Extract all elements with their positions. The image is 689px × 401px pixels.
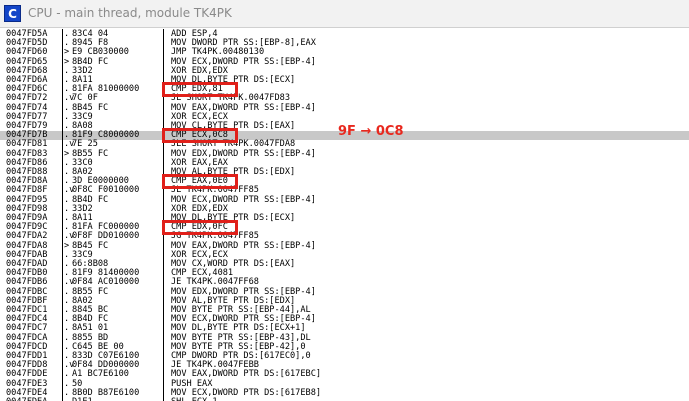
instruction-row[interactable]: 0047FD86. 33C0 XOR EAX,EAX bbox=[0, 158, 689, 168]
instruction-row[interactable]: 0047FD98. 33D2 XOR EDX,EDX bbox=[0, 204, 689, 214]
instruction-row[interactable]: 0047FD95. 8B4D FC MOV ECX,DWORD PTR SS:[EB… bbox=[0, 195, 689, 205]
highlight-cmp-edx-0fc bbox=[162, 220, 238, 236]
instruction-row[interactable]: 0047FD65 >8B4D FC MOV ECX,DWORD PTR SS:[EB… bbox=[0, 57, 689, 67]
disassembly-pane[interactable]: 0047FD5A. 83C4 04 ADD ESP,4 0047FD5D. 8945 F… bbox=[0, 29, 689, 401]
cpu-window-icon: C bbox=[4, 5, 21, 22]
instruction-row[interactable]: 0047FDA8 >8B45 FC MOV EAX,DWORD PTR SS:[EB… bbox=[0, 241, 689, 251]
instruction-row[interactable]: 0047FD83 >8B55 FC MOV EDX,DWORD PTR SS:[EB… bbox=[0, 149, 689, 159]
instruction-row[interactable]: 0047FDBC. 8B55 FC MOV EDX,DWORD PTR SS:[EB… bbox=[0, 287, 689, 297]
window-titlebar[interactable]: C CPU - main thread, module TK4PK bbox=[0, 0, 689, 28]
instruction-row[interactable]: 0047FD74. 8B45 FC MOV EAX,DWORD PTR SS:[EB… bbox=[0, 103, 689, 113]
instruction-row[interactable]: 0047FDDE. A1 BC7E6100 MOV EAX,DWORD PTR DS… bbox=[0, 370, 689, 379]
instruction-row[interactable]: 0047FD68. 33D2 XOR EDX,EDX bbox=[0, 66, 689, 76]
highlight-cmp-edx-81 bbox=[162, 82, 238, 98]
instruction-row[interactable]: 0047FDE4. 8B0D B87E6100 MOV ECX,DWORD PTR … bbox=[0, 388, 689, 398]
instruction-row[interactable]: 0047FD6C. 81FA 81000000 CMP EDX,81 bbox=[0, 84, 689, 94]
highlight-cmp-eax-0e0 bbox=[162, 174, 238, 190]
instruction-row[interactable]: 0047FD77. 33C9 XOR ECX,ECX bbox=[0, 112, 689, 122]
address-column-divider bbox=[62, 29, 63, 401]
patch-annotation: 9F → 0C8 bbox=[338, 124, 404, 139]
window-title: CPU - main thread, module TK4PK bbox=[28, 6, 232, 20]
highlight-cmp-ecx-0c8 bbox=[162, 128, 238, 144]
